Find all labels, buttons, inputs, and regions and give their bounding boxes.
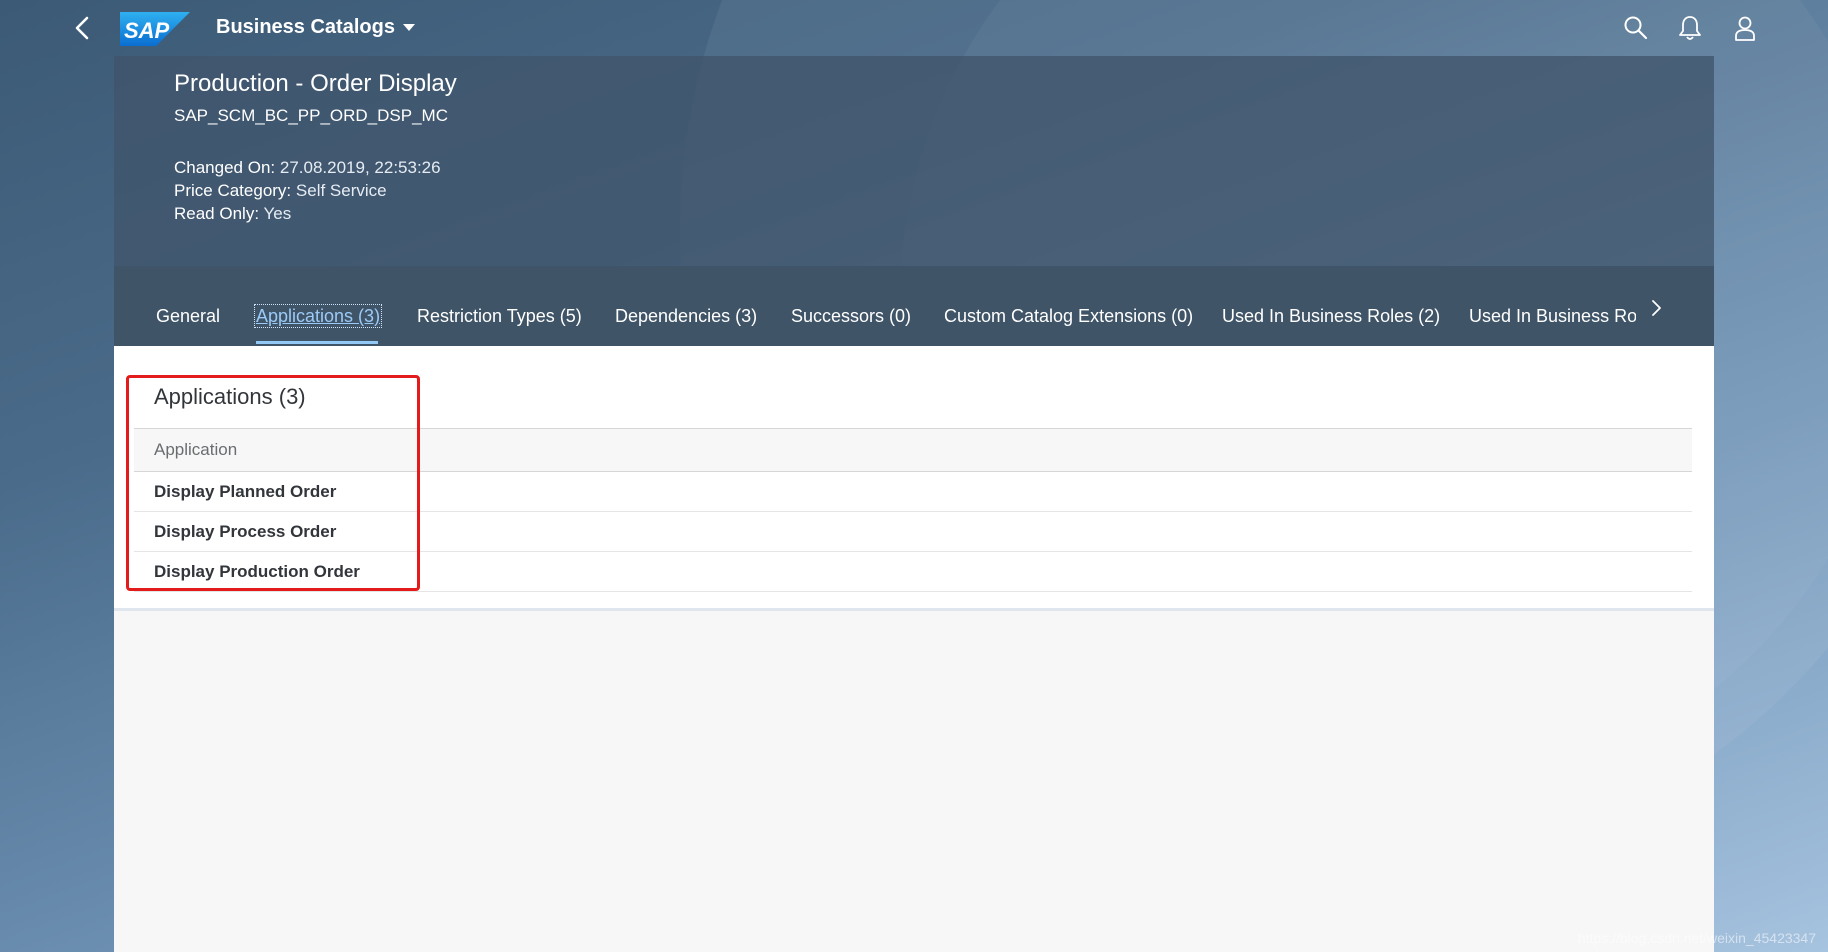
catalog-id: SAP_SCM_BC_PP_ORD_DSP_MC: [174, 106, 448, 125]
tab-dependencies[interactable]: Dependencies (3): [615, 306, 757, 327]
attribute-label: Read Only:: [174, 204, 260, 223]
applications-section: Applications (3) Application Display Pla…: [114, 346, 1714, 608]
sap-logo-text: SAP: [124, 18, 170, 43]
table-header: Application: [134, 428, 1692, 472]
tab-strip: General Applications (3) Restriction Typ…: [114, 266, 1636, 346]
tab-used-in-business-role-more[interactable]: Used In Business Role: [1469, 306, 1636, 327]
tab-used-in-business-roles[interactable]: Used In Business Roles (2): [1222, 306, 1440, 327]
tab-bar: General Applications (3) Restriction Typ…: [114, 266, 1714, 346]
application-name: Display Planned Order: [154, 481, 337, 501]
attribute-label: Price Category:: [174, 181, 292, 200]
active-tab-indicator: [256, 341, 378, 344]
table-row[interactable]: Display Process Order: [134, 512, 1692, 552]
user-icon[interactable]: [1731, 14, 1759, 42]
app-title: Business Catalogs: [216, 16, 395, 38]
attribute-value: Yes: [263, 204, 292, 223]
column-header-application: Application: [154, 440, 238, 459]
empty-content-area: [114, 611, 1714, 952]
sap-logo[interactable]: SAP: [120, 12, 190, 46]
section-title: Applications (3): [154, 384, 306, 409]
back-icon[interactable]: [70, 14, 96, 42]
search-icon[interactable]: [1622, 14, 1650, 42]
watermark: https://blog.csdn.net/weixin_45423347: [1577, 930, 1816, 946]
attribute-price-category: Price Category: Self Service: [174, 181, 387, 201]
table-row[interactable]: Display Planned Order: [134, 472, 1692, 512]
application-name: Display Process Order: [154, 521, 337, 541]
app-title-menu[interactable]: Business Catalogs: [216, 16, 415, 39]
tab-successors[interactable]: Successors (0): [791, 306, 911, 327]
attribute-read-only: Read Only: Yes: [174, 204, 291, 224]
page-title: Production - Order Display: [174, 70, 457, 97]
applications-table: Application Display Planned Order Displa…: [134, 428, 1692, 592]
attribute-value: 27.08.2019, 22:53:26: [279, 158, 441, 177]
tab-general[interactable]: General: [156, 306, 220, 327]
caret-down-icon: [402, 24, 415, 31]
application-name: Display Production Order: [154, 561, 360, 581]
tab-applications[interactable]: Applications (3): [253, 304, 383, 328]
attribute-changed-on: Changed On: 27.08.2019, 22:53:26: [174, 158, 441, 178]
tab-applications-label: Applications (3): [253, 304, 383, 328]
bell-icon[interactable]: [1676, 14, 1704, 42]
object-header: Production - Order Display SAP_SCM_BC_PP…: [114, 56, 1714, 266]
tab-restriction-types[interactable]: Restriction Types (5): [417, 306, 582, 327]
attribute-value: Self Service: [295, 181, 387, 200]
attribute-label: Changed On:: [174, 158, 276, 177]
shell-bar: SAP Business Catalogs: [0, 0, 1828, 56]
tab-custom-catalog-extensions[interactable]: Custom Catalog Extensions (0): [944, 306, 1193, 327]
chevron-right-icon[interactable]: [1646, 296, 1666, 320]
table-row[interactable]: Display Production Order: [134, 552, 1692, 592]
